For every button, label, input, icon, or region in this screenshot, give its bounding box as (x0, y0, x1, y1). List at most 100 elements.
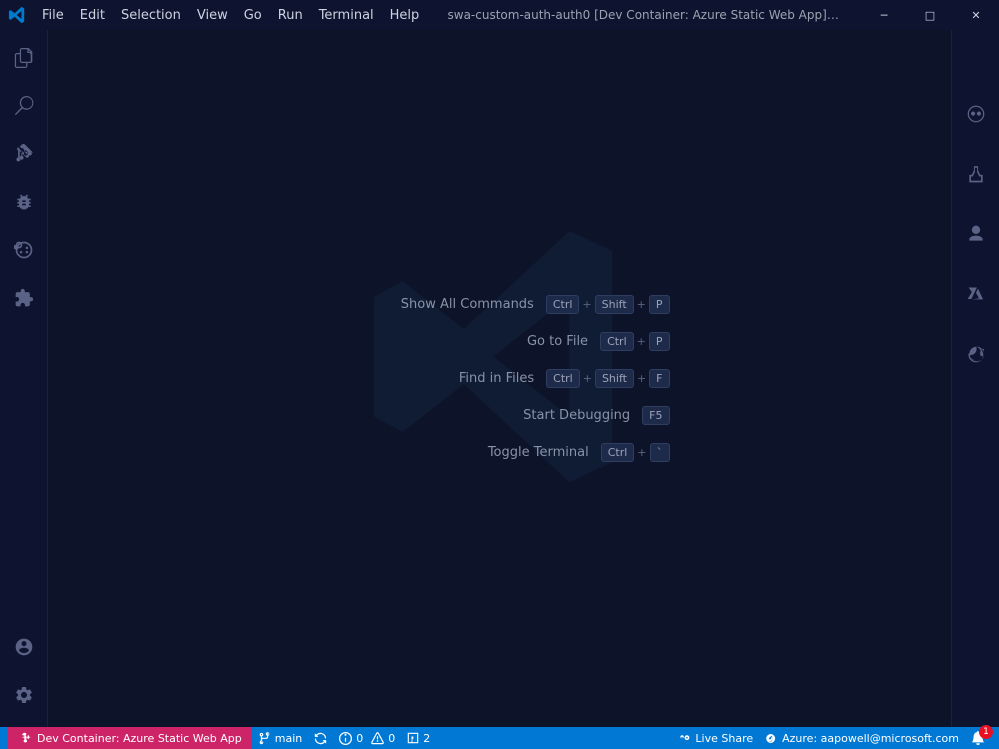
toggle-terminal-label: Toggle Terminal (330, 445, 589, 460)
branch-label: main (275, 732, 302, 745)
activity-remote[interactable] (0, 226, 48, 274)
status-right: Live Share Azure: aapowell@microsoft.com… (672, 727, 991, 749)
warning-icon (371, 732, 384, 745)
warnings-count: 0 (388, 732, 395, 745)
remote-icon (14, 240, 34, 260)
sync-icon (314, 732, 327, 745)
go-to-file-keys: Ctrl + P (600, 332, 669, 351)
key-p-2: P (649, 332, 670, 351)
live-share-button[interactable]: Live Share (672, 727, 759, 749)
key-f5: F5 (642, 406, 669, 425)
activity-settings[interactable] (0, 671, 48, 719)
key-shift: Shift (595, 295, 634, 314)
activity-bottom (0, 623, 48, 727)
extensions-status-icon (407, 732, 419, 744)
live-share-icon (678, 732, 691, 745)
azure-account-button[interactable]: Azure: aapowell@microsoft.com (759, 727, 965, 749)
window-title: swa-custom-auth-auth0 [Dev Container: Az… (428, 8, 862, 22)
live-share-label: Live Share (695, 732, 753, 745)
right-sidebar (951, 30, 999, 727)
menu-selection[interactable]: Selection (113, 5, 189, 26)
right-testing-icon[interactable] (952, 150, 999, 198)
azure-icon (966, 284, 986, 304)
start-debugging-keys: F5 (642, 406, 669, 425)
activity-extensions[interactable] (0, 274, 48, 322)
edge-icon (966, 344, 986, 364)
shortcut-find-in-files: Find in Files Ctrl + Shift + F (330, 369, 670, 388)
welcome-content: Show All Commands Ctrl + Shift + P Go to… (330, 295, 670, 462)
dev-container-button[interactable]: Dev Container: Azure Static Web App (8, 727, 252, 749)
key-ctrl-3: Ctrl (546, 369, 580, 388)
errors-button[interactable]: 0 0 (333, 727, 401, 749)
close-button[interactable]: ✕ (953, 0, 999, 30)
search-icon (14, 96, 34, 116)
notifications-button[interactable]: 1 (965, 727, 991, 749)
key-shift-2: Shift (595, 369, 634, 388)
show-all-commands-label: Show All Commands (330, 297, 534, 312)
status-bar: Dev Container: Azure Static Web App main… (0, 727, 999, 749)
key-ctrl-4: Ctrl (601, 443, 635, 462)
right-edge-icon[interactable] (952, 330, 999, 378)
go-to-file-label: Go to File (330, 334, 589, 349)
extensions-count: 2 (423, 732, 430, 745)
start-debugging-label: Start Debugging (330, 408, 631, 423)
menu-run[interactable]: Run (270, 5, 311, 26)
dev-container-label: Dev Container: Azure Static Web App (37, 732, 242, 745)
right-account-icon[interactable] (952, 210, 999, 258)
menu-terminal[interactable]: Terminal (311, 5, 382, 26)
main-layout: Show All Commands Ctrl + Shift + P Go to… (0, 30, 999, 727)
error-icon (339, 732, 352, 745)
window-controls: ─ □ ✕ (861, 0, 999, 30)
git-icon (14, 144, 34, 164)
minimize-button[interactable]: ─ (861, 0, 907, 30)
azure-status-icon (765, 732, 778, 745)
branch-button[interactable]: main (252, 727, 308, 749)
key-ctrl: Ctrl (546, 295, 580, 314)
title-bar: File Edit Selection View Go Run Terminal… (0, 0, 999, 30)
remote-status-icon (18, 731, 32, 745)
account-icon (14, 637, 34, 657)
account-icon-right (966, 224, 986, 244)
shortcut-start-debugging: Start Debugging F5 (330, 406, 670, 425)
maximize-button[interactable]: □ (907, 0, 953, 30)
key-f: F (649, 369, 669, 388)
toggle-terminal-keys: Ctrl + ` (601, 443, 670, 462)
settings-icon (14, 685, 34, 705)
debug-icon (14, 192, 34, 212)
key-backtick: ` (650, 443, 670, 462)
menu-edit[interactable]: Edit (72, 5, 113, 26)
menu-go[interactable]: Go (236, 5, 270, 26)
menu-help[interactable]: Help (382, 5, 428, 26)
activity-git[interactable] (0, 130, 48, 178)
explorer-icon (14, 48, 34, 68)
sync-button[interactable] (308, 727, 333, 749)
shortcut-go-to-file: Go to File Ctrl + P (330, 332, 670, 351)
find-in-files-label: Find in Files (330, 371, 535, 386)
key-p: P (649, 295, 670, 314)
find-in-files-keys: Ctrl + Shift + F (546, 369, 669, 388)
right-azure-icon[interactable] (952, 270, 999, 318)
shortcut-toggle-terminal: Toggle Terminal Ctrl + ` (330, 443, 670, 462)
extensions-icon (14, 288, 34, 308)
activity-search[interactable] (0, 82, 48, 130)
show-all-commands-keys: Ctrl + Shift + P (546, 295, 670, 314)
vscode-icon (8, 6, 26, 24)
notification-badge: 1 (979, 725, 993, 739)
shortcut-show-all-commands: Show All Commands Ctrl + Shift + P (330, 295, 670, 314)
menu-view[interactable]: View (189, 5, 236, 26)
testing-icon (966, 164, 986, 184)
activity-debug[interactable] (0, 178, 48, 226)
azure-account-label: Azure: aapowell@microsoft.com (782, 732, 959, 745)
menu-file[interactable]: File (34, 5, 72, 26)
errors-count: 0 (356, 732, 363, 745)
right-copilot-icon[interactable] (952, 90, 999, 138)
extensions-count-button[interactable]: 2 (401, 727, 436, 749)
activity-explorer[interactable] (0, 34, 48, 82)
editor-area: Show All Commands Ctrl + Shift + P Go to… (48, 30, 951, 727)
activity-account[interactable] (0, 623, 48, 671)
copilot-icon (966, 104, 986, 124)
menu-bar: File Edit Selection View Go Run Terminal… (34, 5, 428, 26)
branch-icon (258, 732, 271, 745)
activity-bar (0, 30, 48, 727)
key-ctrl-2: Ctrl (600, 332, 634, 351)
